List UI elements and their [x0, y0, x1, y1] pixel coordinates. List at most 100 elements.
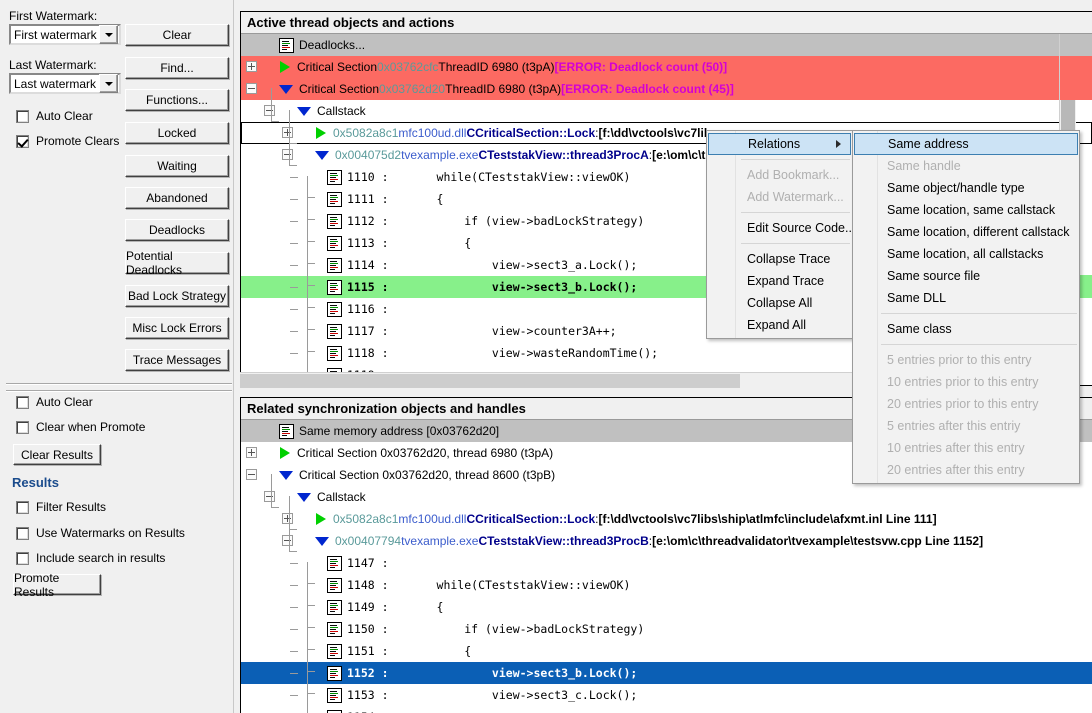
deadlocks-button[interactable]: Deadlocks	[125, 219, 229, 241]
first-watermark-select[interactable]: First watermark	[9, 24, 121, 45]
menu-item-same-location-all-callstacks[interactable]: Same location, all callstacks	[853, 243, 1079, 265]
tree-connector	[290, 287, 298, 288]
auto-clear-checkbox[interactable]: Auto Clear	[16, 109, 93, 123]
locked-button[interactable]: Locked	[125, 122, 229, 144]
collapse-node-button[interactable]	[246, 83, 257, 94]
divider	[6, 390, 232, 392]
tree-connector	[289, 529, 297, 530]
tree-connector	[290, 199, 298, 200]
last-watermark-label: Last Watermark:	[9, 58, 97, 72]
menu-item-label: Edit Source Code...	[747, 221, 856, 235]
clear-results-button[interactable]: Clear Results	[13, 444, 101, 465]
expand-node-button[interactable]	[246, 447, 257, 458]
tree-connector	[290, 629, 298, 630]
tree-connector	[307, 583, 315, 584]
checkbox-box	[16, 526, 29, 540]
find-button[interactable]: Find...	[125, 57, 229, 79]
menu-item-same-location-same-callstack[interactable]: Same location, same callstack	[853, 199, 1079, 221]
last-watermark-value: Last watermark	[14, 76, 97, 91]
promote-clears-checkbox[interactable]: Promote Clears	[16, 134, 119, 148]
auto-clear-lower-label: Auto Clear	[36, 395, 93, 409]
menu-separator	[741, 159, 850, 160]
tree-connector	[289, 110, 290, 144]
tree-connector	[307, 197, 315, 198]
top-panel-title: Active thread objects and actions	[241, 12, 1092, 34]
tree-connector	[271, 507, 279, 508]
menu-item-label: Same location, different callstack	[887, 225, 1070, 239]
menu-item-same-class[interactable]: Same class	[853, 318, 1079, 340]
clear-button[interactable]: Clear	[125, 24, 229, 46]
menu-item-edit-source-code[interactable]: Edit Source Code...	[707, 217, 856, 239]
collapse-node-button[interactable]	[246, 469, 257, 480]
results-heading: Results	[12, 475, 59, 490]
menu-item-label: 5 entries after this entriy	[887, 419, 1021, 433]
promote-results-button[interactable]: Promote Results	[13, 571, 101, 599]
tree-connector	[290, 651, 298, 652]
divider	[6, 383, 232, 385]
tree-connector	[289, 144, 290, 166]
menu-item-expand-trace[interactable]: Expand Trace	[707, 270, 852, 292]
menu-separator	[741, 243, 850, 244]
menu-item-label: Same address	[888, 137, 969, 151]
checkbox-box	[16, 109, 29, 123]
menu-item-label: Same class	[887, 322, 952, 336]
menu-item-same-address[interactable]: Same address	[854, 133, 1078, 155]
expand-node-button[interactable]	[282, 127, 293, 138]
chevron-right-icon	[836, 140, 841, 148]
collapse-node-button[interactable]	[264, 105, 275, 116]
misc-lock-errors-button[interactable]: Misc Lock Errors	[125, 317, 229, 339]
row-bleed-critical-1	[1060, 56, 1092, 78]
tree-connector	[290, 353, 298, 354]
menu-item-label: 20 entries after this entry	[887, 463, 1025, 477]
menu-item-expand-all[interactable]: Expand All	[707, 314, 852, 336]
menu-item-collapse-all[interactable]: Collapse All	[707, 292, 852, 314]
abandoned-button[interactable]: Abandoned	[125, 187, 229, 209]
scrollbar-thumb[interactable]	[240, 374, 740, 388]
collapse-node-button[interactable]	[282, 535, 293, 546]
menu-item-same-location-different-callstack[interactable]: Same location, different callstack	[853, 221, 1079, 243]
functions-button[interactable]: Functions...	[125, 89, 229, 111]
promote-clears-label: Promote Clears	[36, 134, 120, 148]
potential-deadlocks-button[interactable]: Potential Deadlocks	[125, 249, 229, 277]
last-watermark-select[interactable]: Last watermark	[9, 73, 121, 94]
tree-connector	[289, 496, 290, 530]
tree-connector	[290, 585, 298, 586]
menu-item-label: Expand All	[747, 318, 807, 332]
expand-node-button[interactable]	[282, 513, 293, 524]
trace-messages-button[interactable]: Trace Messages	[125, 349, 229, 371]
relations-submenu[interactable]: Same address Same handle Same object/handl…	[852, 130, 1080, 484]
checkbox-box	[16, 420, 29, 434]
vertical-splitter[interactable]	[233, 0, 234, 713]
menu-item-label: Same source file	[887, 269, 981, 283]
expand-node-button[interactable]	[246, 61, 257, 72]
menu-item-label: 5 entries prior to this entry	[887, 353, 1032, 367]
filter-results-checkbox[interactable]: Filter Results	[16, 500, 106, 514]
use-watermarks-checkbox[interactable]: Use Watermarks on Results	[16, 526, 185, 540]
menu-item-10-entries-prior-to-this-entry: 10 entries prior to this entry	[853, 371, 1079, 393]
collapse-node-button[interactable]	[282, 149, 293, 160]
menu-item-same-source-file[interactable]: Same source file	[853, 265, 1079, 287]
menu-separator	[741, 212, 850, 213]
menu-item-label: Add Watermark...	[747, 190, 844, 204]
tree-connector	[307, 176, 308, 385]
menu-item-label: Same DLL	[887, 291, 947, 305]
include-search-checkbox[interactable]: Include search in results	[16, 551, 165, 565]
menu-item-label: 20 entries prior to this entry	[887, 397, 1039, 411]
chevron-down-icon[interactable]	[99, 25, 118, 44]
menu-item-10-entries-after-this-entry: 10 entries after this entry	[853, 437, 1079, 459]
waiting-button[interactable]: Waiting	[125, 155, 229, 177]
menu-item-collapse-trace[interactable]: Collapse Trace	[707, 248, 852, 270]
collapse-node-button[interactable]	[264, 491, 275, 502]
auto-clear-lower-checkbox[interactable]: Auto Clear	[16, 395, 93, 409]
context-menu[interactable]: Relations Add Bookmark... Add Watermark...…	[706, 130, 856, 339]
tree-connector	[307, 329, 315, 330]
menu-item-same-dll[interactable]: Same DLL	[853, 287, 1079, 309]
menu-item-relations[interactable]: Relations	[708, 133, 851, 155]
chevron-down-icon[interactable]	[99, 74, 118, 93]
clear-when-promote-checkbox[interactable]: Clear when Promote	[16, 420, 145, 434]
menu-item-same-object-handle-type[interactable]: Same object/handle type	[853, 177, 1079, 199]
tree-connector	[307, 241, 315, 242]
checkbox-box	[16, 395, 29, 409]
bad-lock-strategy-button[interactable]: Bad Lock Strategy	[125, 285, 229, 307]
tree-connector	[290, 563, 298, 564]
